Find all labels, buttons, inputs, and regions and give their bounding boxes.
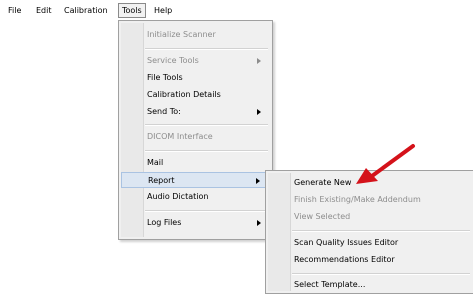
- menu-item-report[interactable]: Report: [121, 172, 270, 188]
- menu-item-scan-quality-issues-editor[interactable]: Scan Quality Issues Editor: [268, 235, 472, 251]
- menu-item-label: Initialize Scanner: [147, 30, 216, 39]
- menu-item-label: Select Template...: [294, 280, 366, 289]
- menu-item-label: Log Files: [147, 218, 182, 227]
- menu-item-send-to[interactable]: Send To:: [121, 104, 270, 120]
- submenu-arrow-icon: [257, 58, 261, 64]
- menu-item-calibration-details[interactable]: Calibration Details: [121, 87, 270, 103]
- submenu-arrow-icon: [257, 109, 261, 115]
- menu-item-label: Mail: [147, 158, 164, 167]
- menu-item-label: Service Tools: [147, 56, 199, 65]
- red-annotation-arrow-icon: [356, 144, 415, 184]
- menu-tools[interactable]: Tools: [118, 3, 146, 18]
- menu-separator: [145, 210, 268, 212]
- menu-item-dicom-interface: DICOM Interface: [121, 129, 270, 145]
- menu-separator: [145, 124, 268, 126]
- menu-item-label: View Selected: [294, 212, 351, 221]
- menu-item-label: Audio Dictation: [147, 192, 209, 201]
- tools-dropdown-menu: Initialize Scanner Service Tools File To…: [118, 20, 273, 240]
- menu-item-recommendations-editor[interactable]: Recommendations Editor: [268, 252, 472, 268]
- menu-item-log-files[interactable]: Log Files: [121, 215, 270, 231]
- menu-item-initialize-scanner: Initialize Scanner: [121, 27, 270, 43]
- menu-item-mail[interactable]: Mail: [121, 155, 270, 171]
- menu-item-label: Recommendations Editor: [294, 255, 395, 264]
- menu-item-view-selected: View Selected: [268, 209, 472, 225]
- menu-separator: [145, 48, 268, 50]
- menu-item-file-tools[interactable]: File Tools: [121, 70, 270, 86]
- menu-calibration[interactable]: Calibration: [62, 5, 110, 17]
- report-submenu: Generate New Finish Existing/Make Addend…: [265, 170, 473, 294]
- menu-item-label: Report: [148, 176, 175, 185]
- menu-item-label: Generate New: [294, 178, 352, 187]
- menu-item-select-template[interactable]: Select Template...: [268, 277, 472, 293]
- menu-separator: [145, 150, 268, 152]
- menu-file[interactable]: File: [6, 5, 23, 17]
- menu-item-label: Finish Existing/Make Addendum: [294, 195, 421, 204]
- menu-item-label: Calibration Details: [147, 90, 221, 99]
- menu-item-finish-existing: Finish Existing/Make Addendum: [268, 192, 472, 208]
- menu-separator: [292, 273, 470, 275]
- menu-separator: [292, 230, 470, 232]
- menu-item-label: File Tools: [147, 73, 183, 82]
- menu-item-label: Scan Quality Issues Editor: [294, 238, 399, 247]
- menu-help[interactable]: Help: [152, 5, 174, 17]
- menu-edit[interactable]: Edit: [34, 5, 54, 17]
- submenu-arrow-icon: [256, 178, 260, 184]
- menu-item-audio-dictation[interactable]: Audio Dictation: [121, 189, 270, 205]
- menu-item-label: Send To:: [147, 107, 181, 116]
- submenu-arrow-icon: [257, 220, 261, 226]
- menu-bar: File Edit Calibration Tools Help: [0, 0, 473, 20]
- menu-item-label: DICOM Interface: [147, 132, 213, 141]
- menu-item-service-tools: Service Tools: [121, 53, 270, 69]
